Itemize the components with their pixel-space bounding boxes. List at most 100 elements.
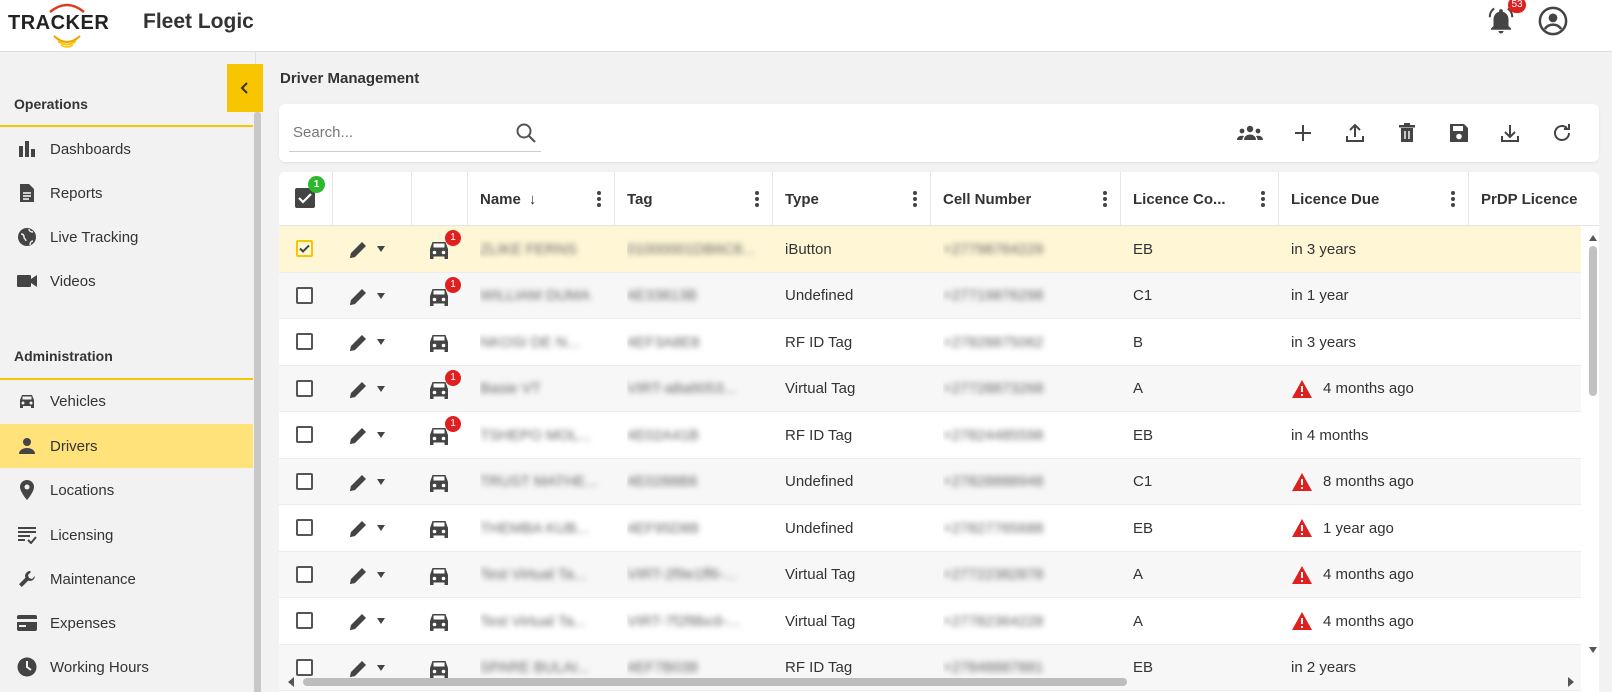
grid-horizontal-scrollbar[interactable]: [279, 676, 1599, 688]
column-header-prdp-licence[interactable]: PrDP Licence: [1469, 172, 1585, 226]
column-menu-icon[interactable]: [596, 189, 602, 209]
column-menu-icon[interactable]: [912, 189, 918, 209]
edit-pencil-icon[interactable]: [347, 565, 369, 587]
vehicle-car-icon[interactable]: [427, 565, 451, 587]
column-header-licence-due[interactable]: Licence Due: [1279, 172, 1469, 226]
row-actions-dropdown-icon[interactable]: [377, 525, 385, 531]
save-button[interactable]: [1446, 120, 1472, 146]
vehicle-alert-badge: 1: [445, 276, 461, 293]
sidebar-item-dashboards[interactable]: Dashboards: [0, 127, 253, 171]
vertical-scroll-thumb[interactable]: [1589, 246, 1597, 396]
cell-tag: 4E0288B8: [627, 459, 767, 505]
add-button[interactable]: [1290, 120, 1316, 146]
row-actions-dropdown-icon[interactable]: [377, 432, 385, 438]
column-menu-icon[interactable]: [754, 189, 760, 209]
sidebar-item-reports[interactable]: Reports: [0, 171, 253, 215]
edit-pencil-icon[interactable]: [347, 379, 369, 401]
search-input[interactable]: [293, 120, 503, 144]
edit-pencil-icon[interactable]: [347, 239, 369, 261]
delete-button[interactable]: [1394, 120, 1420, 146]
sidebar-scrollbar[interactable]: [254, 112, 261, 692]
scroll-down-arrow-icon[interactable]: [1589, 646, 1597, 654]
column-header-tag[interactable]: Tag: [615, 172, 773, 226]
sidebar-item-licensing[interactable]: Licensing: [0, 513, 253, 557]
row-actions-dropdown-icon[interactable]: [377, 246, 385, 252]
sidebar-item-expenses[interactable]: Expenses: [0, 601, 253, 645]
sidebar-item-locations[interactable]: Locations: [0, 468, 253, 512]
row-checkbox[interactable]: [296, 565, 313, 583]
cell-prdp-licence: [1481, 366, 1581, 412]
sidebar-item-vehicles[interactable]: Vehicles: [0, 379, 253, 423]
scroll-left-arrow-icon[interactable]: [287, 677, 295, 687]
table-row[interactable]: TRUST MATHE... 4E0288B8 Undefined +27828888…: [279, 458, 1581, 505]
column-header-label: Licence Due: [1291, 190, 1380, 208]
column-header-label: Licence Co...: [1133, 190, 1226, 208]
table-row[interactable]: NKOSI DE N... 4EF3A8E8 RF ID Tag +278288750…: [279, 319, 1581, 366]
group-button[interactable]: [1237, 120, 1263, 146]
table-row[interactable]: 1 Basie VT VIRT-a8a6053... Virtual Tag +2772…: [279, 365, 1581, 412]
sidebar-item-drivers[interactable]: Drivers: [0, 424, 253, 468]
vehicle-car-icon[interactable]: [427, 518, 451, 540]
row-actions-dropdown-icon[interactable]: [377, 478, 385, 485]
row-checkbox[interactable]: [296, 240, 313, 257]
upload-button[interactable]: [1342, 120, 1368, 146]
grid-vertical-scrollbar[interactable]: [1589, 234, 1597, 654]
row-checkbox[interactable]: [296, 612, 313, 629]
table-row[interactable]: 1 ZLIKE FERNS 01000001DB6C8... iButton +2779…: [279, 226, 1581, 273]
sidebar-item-live-tracking[interactable]: Live Tracking: [0, 215, 253, 259]
account-circle-icon[interactable]: [1538, 6, 1568, 36]
table-row[interactable]: 1 WILLIAM DUMA 4E33813B Undefined +277198762…: [279, 272, 1581, 319]
row-checkbox[interactable]: [296, 286, 313, 304]
table-row[interactable]: THEMBA KUB... 4EF95D88 Undefined +278277656…: [279, 505, 1581, 552]
edit-pencil-icon[interactable]: [347, 425, 369, 447]
sidebar-item-videos[interactable]: Videos: [0, 259, 253, 303]
row-actions-dropdown-icon[interactable]: [377, 664, 385, 671]
row-checkbox[interactable]: [296, 379, 313, 397]
refresh-button[interactable]: [1549, 120, 1575, 146]
vehicle-car-icon[interactable]: [427, 472, 451, 494]
scroll-up-arrow-icon[interactable]: [1589, 234, 1597, 242]
search-icon[interactable]: [515, 122, 537, 144]
table-row[interactable]: Test Virtual Ta... VIRT-2f9e1ff6-... Virtu…: [279, 551, 1581, 598]
row-actions-dropdown-icon[interactable]: [377, 571, 385, 578]
column-header-name[interactable]: Name ↓: [468, 172, 615, 226]
edit-pencil-icon[interactable]: [347, 611, 369, 633]
sidebar-item-label: Vehicles: [50, 392, 106, 410]
vehicle-car-icon[interactable]: [427, 332, 451, 354]
column-menu-icon[interactable]: [1450, 189, 1456, 209]
row-actions-dropdown-icon[interactable]: [377, 339, 385, 345]
vehicle-car-icon[interactable]: [427, 611, 451, 633]
driver-name: Test Virtual Ta...: [480, 566, 587, 583]
column-menu-icon[interactable]: [1102, 189, 1108, 209]
row-checkbox[interactable]: [296, 333, 313, 350]
cell-type: Undefined: [785, 505, 925, 551]
row-checkbox[interactable]: [296, 658, 313, 676]
table-row[interactable]: Test Virtual Ta... VIRT-7f2f8bc6-... Virtu…: [279, 598, 1581, 645]
column-header-label: Name: [480, 190, 521, 208]
section-title-administration: Administration: [14, 348, 113, 364]
tracker-logo[interactable]: TRACKER Fleet Logic: [8, 2, 278, 48]
column-menu-icon[interactable]: [1260, 189, 1266, 209]
horizontal-scroll-thumb[interactable]: [303, 678, 1127, 686]
scroll-right-arrow-icon[interactable]: [1567, 677, 1575, 687]
row-checkbox[interactable]: [296, 426, 313, 443]
download-button[interactable]: [1497, 120, 1523, 146]
edit-pencil-icon[interactable]: [347, 332, 369, 354]
column-header-cell-number[interactable]: Cell Number: [931, 172, 1121, 226]
edit-pencil-icon[interactable]: [347, 518, 369, 540]
table-row[interactable]: 1 TSHEPO MOL... 4E02A41B RF ID Tag +27824485…: [279, 412, 1581, 459]
edit-pencil-icon[interactable]: [347, 286, 369, 308]
column-header-label: Cell Number: [943, 190, 1032, 208]
edit-pencil-icon[interactable]: [347, 472, 369, 494]
row-checkbox[interactable]: [296, 519, 313, 536]
sort-descending-icon[interactable]: ↓: [529, 191, 537, 208]
sidebar-item-maintenance[interactable]: Maintenance: [0, 557, 253, 601]
column-header-licence-code[interactable]: Licence Co...: [1121, 172, 1279, 226]
row-actions-dropdown-icon[interactable]: [377, 618, 385, 624]
row-actions-dropdown-icon[interactable]: [377, 385, 385, 392]
column-header-type[interactable]: Type: [773, 172, 931, 226]
sidebar-item-working-hours[interactable]: Working Hours: [0, 645, 253, 689]
row-checkbox[interactable]: [296, 472, 313, 490]
row-actions-dropdown-icon[interactable]: [377, 292, 385, 299]
collapse-sidebar-button[interactable]: [227, 64, 263, 112]
